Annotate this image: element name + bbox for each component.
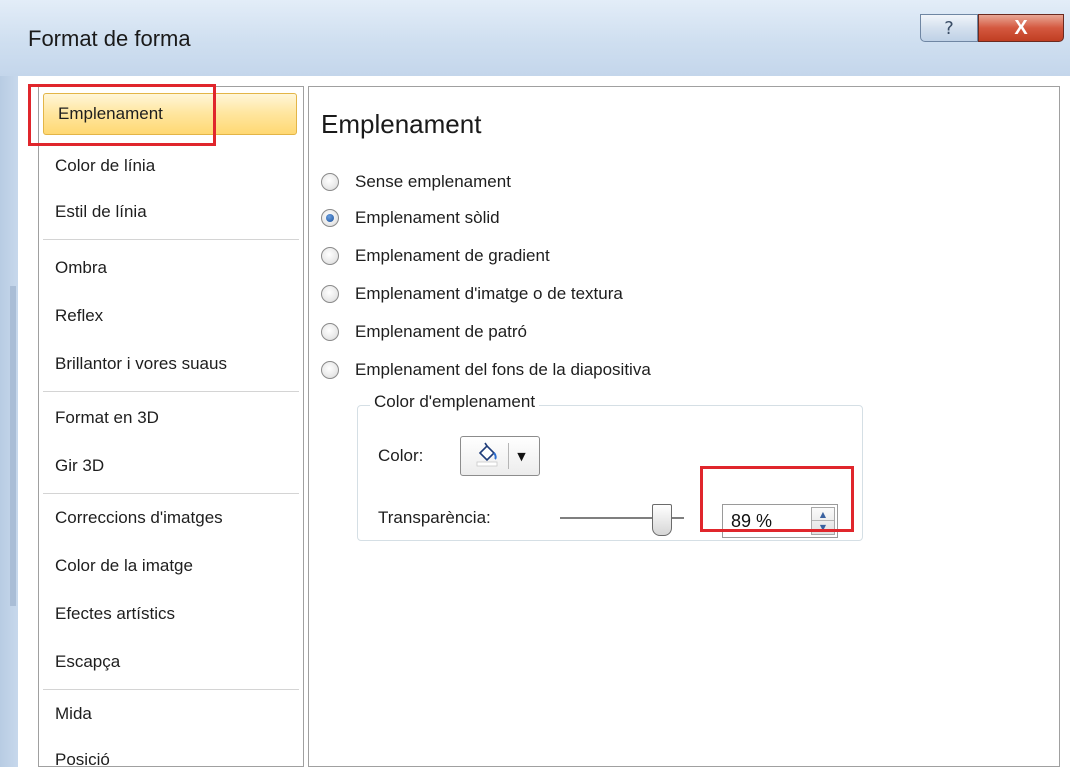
radio-button-checked[interactable] [321,209,339,227]
nav-item-estil-linia[interactable]: Estil de línia [41,191,301,233]
radio-button[interactable] [321,247,339,265]
close-button[interactable]: X [978,14,1064,42]
arrow-up-icon: ▲ [819,509,827,519]
nav-separator [43,391,299,392]
radio-button[interactable] [321,323,339,341]
color-label: Color: [378,446,424,465]
button-divider [508,443,510,469]
group-legend: Color d'emplenament [370,392,540,412]
nav-item-label: Posició [55,750,110,767]
transparency-value[interactable]: 89 % [731,511,772,532]
fill-panel: Emplenament Sense emplenament Emplenamen… [308,86,1060,767]
category-nav: Emplenament Color de línia Estil de líni… [38,86,304,767]
nav-item-label: Estil de línia [55,202,147,221]
help-icon: ? [944,17,954,39]
nav-item-label: Escapça [55,652,121,671]
transparency-label: Transparència: [378,508,491,527]
transparency-slider-thumb[interactable] [652,504,672,536]
title-bar: Format de forma ? X [0,0,1070,76]
radio-sense-emplenament[interactable]: Sense emplenament [321,167,511,197]
nav-item-mida[interactable]: Mida [41,693,301,735]
radio-button[interactable] [321,173,339,191]
format-shape-dialog: Format de forma ? X Emplenament Color de… [0,0,1070,767]
frame-decoration [10,286,16,606]
nav-item-brillantor[interactable]: Brillantor i vores suaus [41,343,301,385]
nav-item-label: Color de la imatge [55,556,193,575]
nav-separator [43,493,299,494]
nav-separator [43,239,299,240]
nav-item-efectes[interactable]: Efectes artístics [41,593,301,635]
nav-item-label: Mida [55,704,92,723]
radio-label: Sense emplenament [355,172,511,191]
arrow-down-icon: ▼ [819,523,827,532]
nav-item-label: Reflex [55,306,104,325]
chevron-down-icon[interactable]: ▼ [517,450,525,463]
nav-item-correccions[interactable]: Correccions d'imatges [41,497,301,539]
dialog-title: Format de forma [28,26,191,51]
nav-item-gir-3d[interactable]: Gir 3D [41,445,301,487]
nav-item-label: Emplenament [58,104,163,123]
transparency-spinner[interactable]: 89 % ▲ ▼ [722,504,838,538]
nav-item-emplenament[interactable]: Emplenament [43,93,297,135]
nav-item-label: Gir 3D [55,456,105,475]
panel-title: Emplenament [321,109,482,139]
radio-button[interactable] [321,285,339,303]
fill-color-group: Color d'emplenament Color: ▼ Transparènc… [357,392,863,541]
nav-item-color-linia[interactable]: Color de línia [41,145,301,187]
radio-label: Emplenament de gradient [355,246,550,265]
radio-emplenament-imatge[interactable]: Emplenament d'imatge o de textura [321,279,623,309]
radio-button[interactable] [321,361,339,379]
nav-item-color-imatge[interactable]: Color de la imatge [41,545,301,587]
radio-label: Emplenament sòlid [355,208,500,227]
radio-emplenament-gradient[interactable]: Emplenament de gradient [321,241,550,271]
nav-item-ombra[interactable]: Ombra [41,247,301,289]
nav-item-format-3d[interactable]: Format en 3D [41,397,301,439]
dialog-content: Emplenament Color de línia Estil de líni… [18,76,1070,767]
nav-item-label: Efectes artístics [55,604,175,623]
spin-up-button[interactable]: ▲ [812,508,834,521]
nav-item-label: Ombra [55,258,107,277]
nav-item-reflex[interactable]: Reflex [41,295,301,337]
color-picker-button[interactable]: ▼ [460,436,540,476]
help-button[interactable]: ? [920,14,978,42]
spin-down-button[interactable]: ▼ [812,521,834,534]
close-icon: X [1014,16,1028,39]
radio-label: Emplenament de patró [355,322,527,341]
nav-item-label: Color de línia [55,156,156,175]
radio-label: Emplenament d'imatge o de textura [355,284,623,303]
radio-emplenament-patro[interactable]: Emplenament de patró [321,317,527,347]
nav-item-label: Correccions d'imatges [55,508,223,527]
nav-separator [43,689,299,690]
radio-emplenament-solid[interactable]: Emplenament sòlid [321,203,500,233]
window-frame-left [0,76,18,767]
radio-emplenament-fons[interactable]: Emplenament del fons de la diapositiva [321,355,651,385]
nav-item-label: Brillantor i vores suaus [55,354,227,373]
paint-bucket-icon [474,441,500,471]
spin-buttons: ▲ ▼ [811,507,835,535]
radio-label: Emplenament del fons de la diapositiva [355,360,651,379]
nav-item-posicio[interactable]: Posició [41,739,301,767]
nav-item-label: Format en 3D [55,408,159,427]
nav-item-escapca[interactable]: Escapça [41,641,301,683]
